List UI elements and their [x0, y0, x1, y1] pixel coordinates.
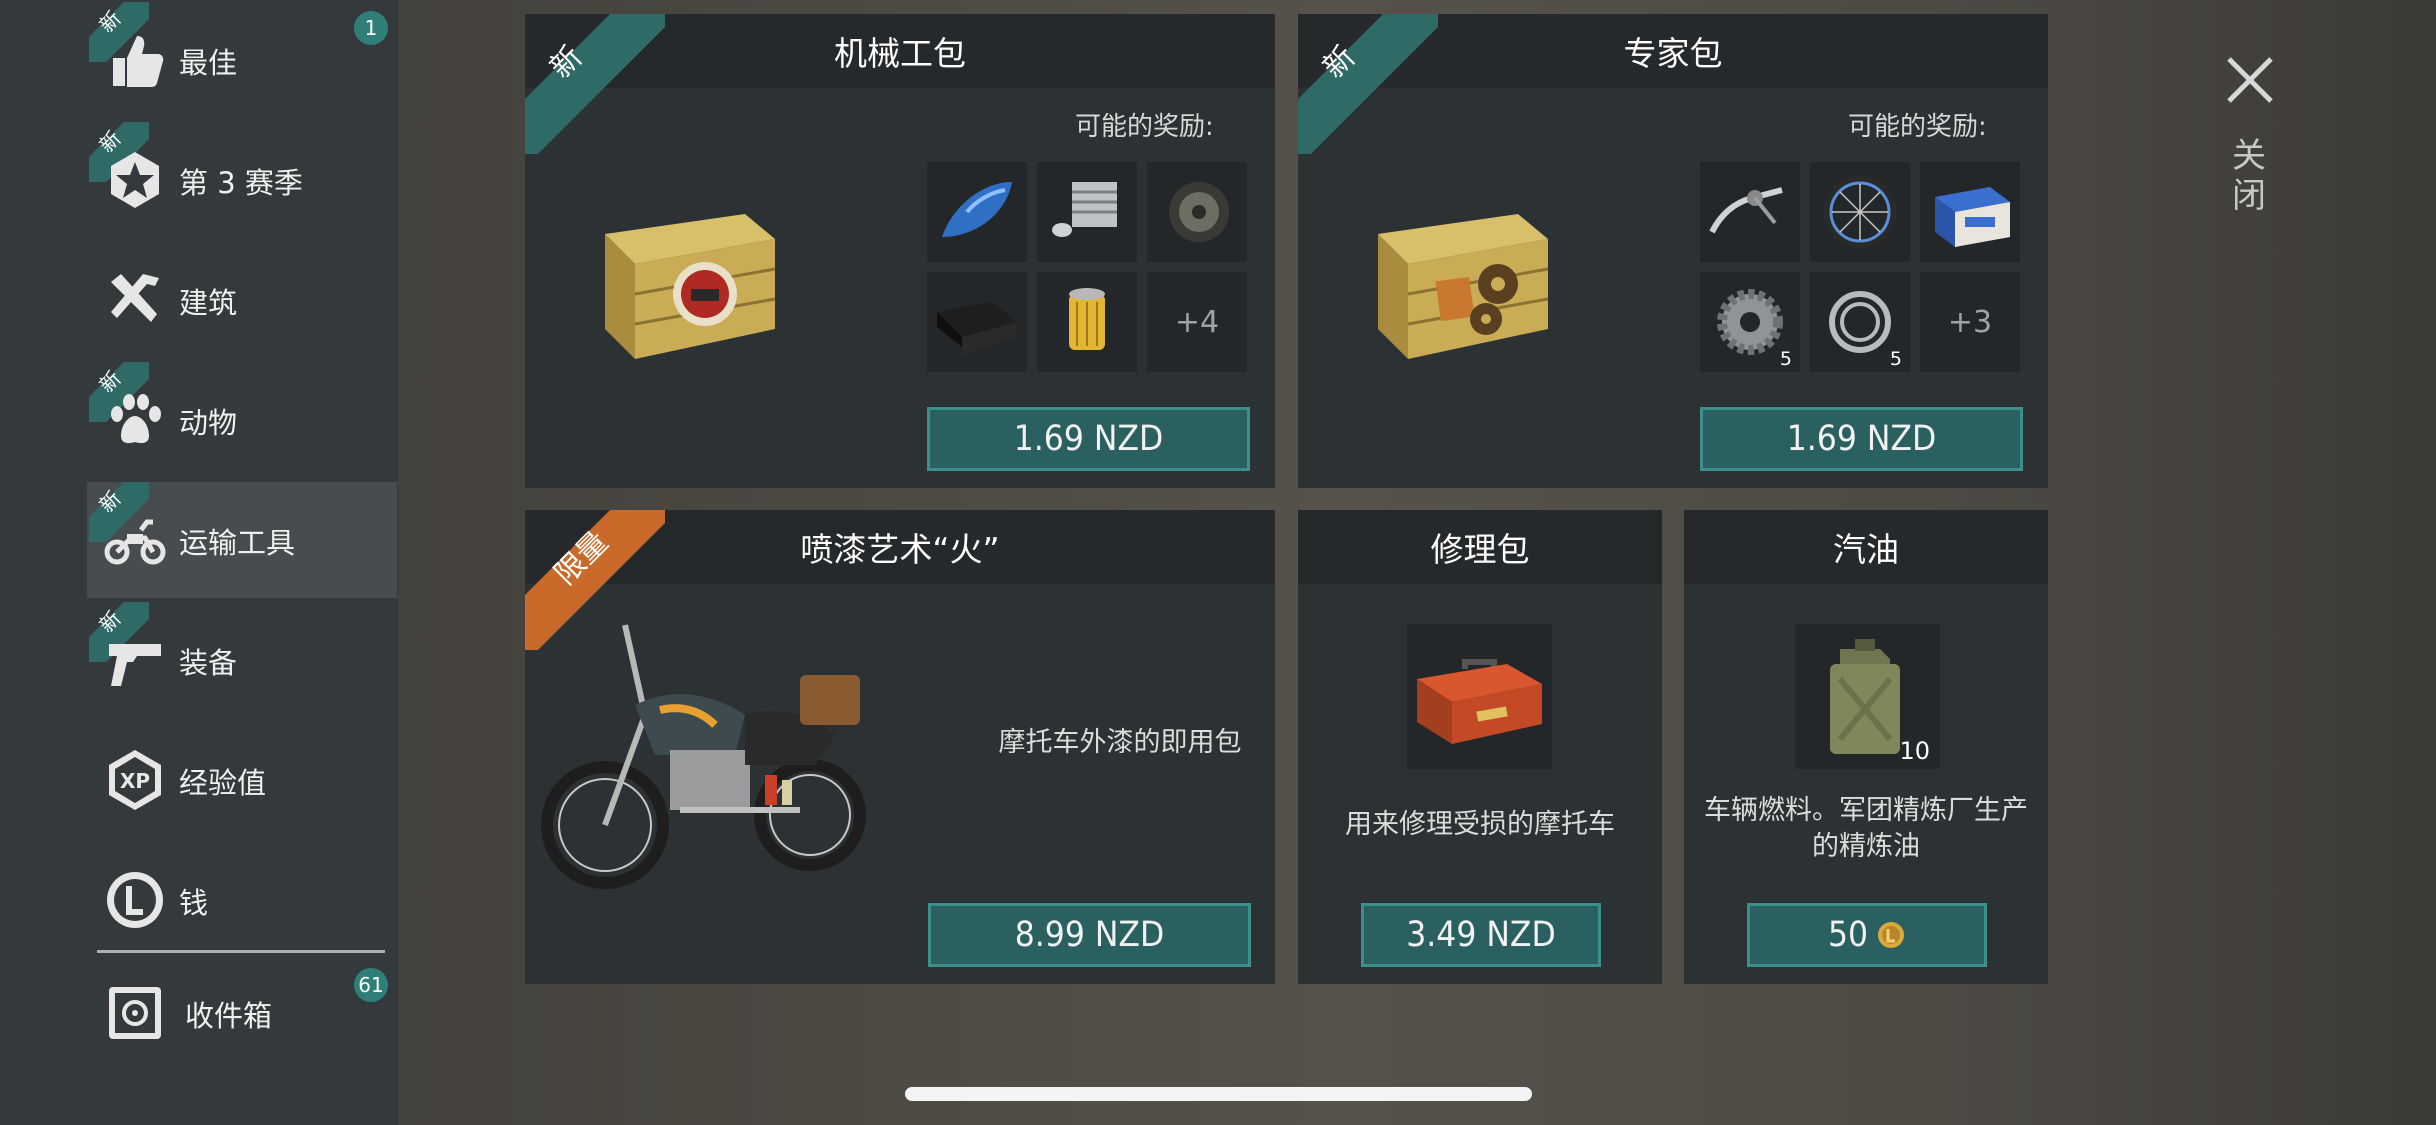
notification-badge: 1	[354, 11, 388, 45]
reward-slot-more: +4	[1147, 272, 1247, 372]
safe-icon	[109, 987, 161, 1039]
item-image-slot: 10	[1795, 624, 1940, 769]
motorcycle-icon	[104, 519, 166, 565]
sidebar-item-inbox[interactable]: 收件箱	[87, 955, 397, 1071]
reward-slot	[1147, 162, 1247, 262]
card-description: 摩托车外漆的即用包	[998, 727, 1242, 758]
pistol-icon	[109, 644, 161, 686]
buy-gasoline-button[interactable]: 50	[1747, 903, 1987, 967]
close-icon[interactable]	[2225, 55, 2275, 105]
sidebar-item-label: 钱	[179, 886, 209, 920]
coin-price: 50	[1827, 915, 1869, 955]
rewards-label: 可能的奖励:	[1075, 112, 1214, 142]
reward-slot: 5	[1700, 272, 1800, 372]
repair-kit-card[interactable]: 修理包 用来修理受损的摩托车 3.49 NZD	[1298, 510, 1662, 984]
item-image-slot	[1407, 624, 1552, 769]
sidebar-item-label: 动物	[179, 406, 238, 440]
sidebar-item-label: 装备	[179, 646, 238, 680]
new-ribbon: 新	[1298, 14, 1438, 154]
sidebar-item-label: 运输工具	[179, 526, 296, 560]
toolbox-icon	[1417, 659, 1542, 744]
sidebar-item-label: 第 3 赛季	[179, 166, 303, 200]
reward-slot	[1810, 162, 1910, 262]
reward-slot	[1700, 162, 1800, 262]
oil-filter-icon	[1069, 288, 1105, 350]
gold-coin-icon	[1878, 922, 1905, 948]
new-ribbon: 新	[525, 14, 665, 154]
sidebar-item-best[interactable]: 新 最佳	[87, 2, 397, 118]
sidebar-item-money[interactable]: 钱	[87, 842, 397, 958]
card-description: 用来修理受损的摩托车	[1345, 809, 1615, 840]
star-badge-icon	[111, 152, 159, 208]
thumbs-up-icon	[113, 36, 164, 87]
svg-text:XP: XP	[120, 769, 150, 793]
spoked-wheel-icon	[1823, 175, 1897, 249]
wheel-icon	[1169, 182, 1229, 242]
sidebar-item-label: 建筑	[179, 286, 238, 320]
leather-seat-icon	[937, 302, 1017, 357]
sidebar-item-equipment[interactable]: 新 装备	[87, 602, 397, 718]
sidebar-item-animals[interactable]: 新 动物	[87, 362, 397, 478]
gasoline-card[interactable]: 汽油 10 车辆燃料。军团精炼厂生产的精炼油 50	[1684, 510, 2048, 984]
home-indicator[interactable]	[905, 1087, 1532, 1101]
repair-parts-crate-image	[605, 214, 776, 359]
reward-slot	[1037, 162, 1137, 262]
buy-expert-pack-button[interactable]: 1.69 NZD	[1700, 407, 2023, 471]
card-title: 修理包	[1298, 510, 1662, 584]
buy-mechanic-pack-button[interactable]: 1.69 NZD	[927, 407, 1250, 471]
card-description: 车辆燃料。军团精炼厂生产的精炼油	[1704, 795, 2028, 862]
expert-crate-image	[1378, 214, 1549, 359]
fuel-tank-icon	[942, 182, 1012, 237]
sidebar: 新 最佳 1 新 第 3 赛季 建筑 新 动物 新 运输工具 新 装备 XP 经…	[0, 0, 398, 1125]
brake-lever-icon	[1709, 187, 1783, 234]
sidebar-divider	[97, 950, 385, 953]
rewards-label: 可能的奖励:	[1848, 112, 1987, 142]
close-button-label[interactable]: 关闭	[2232, 136, 2268, 216]
sidebar-item-xp[interactable]: XP 经验值	[87, 722, 397, 838]
battery-icon	[1935, 187, 2010, 247]
buy-paint-art-button[interactable]: 8.99 NZD	[928, 903, 1251, 967]
reward-slot: 5	[1810, 272, 1910, 372]
expert-pack-card[interactable]: 专家包 新 可能的奖励: 5 5 +3 1.69 NZD	[1298, 14, 2048, 488]
xp-icon: XP	[109, 750, 161, 810]
build-tools-icon	[111, 274, 159, 322]
sidebar-item-vehicles[interactable]: 新 运输工具	[87, 482, 397, 598]
sidebar-item-label: 最佳	[179, 46, 238, 80]
reward-slot-more: +3	[1920, 272, 2020, 372]
reward-slot	[1920, 162, 2020, 262]
coin-icon	[107, 872, 163, 928]
motorcycle-image	[541, 624, 866, 889]
buy-repair-kit-button[interactable]: 3.49 NZD	[1361, 903, 1601, 967]
mechanic-pack-card[interactable]: 机械工包 新 可能的奖励: +4 1.69 NZD	[525, 14, 1275, 488]
sidebar-item-season[interactable]: 新 第 3 赛季	[87, 122, 397, 238]
engine-cylinder-icon	[1052, 182, 1117, 237]
reward-slot	[927, 272, 1027, 372]
paw-icon	[111, 394, 161, 444]
card-title: 汽油	[1684, 510, 2048, 584]
paint-art-fire-card[interactable]: 喷漆艺术“火” 限量 摩托车外漆的即用包 8.99 NZD	[525, 510, 1275, 984]
sidebar-item-building[interactable]: 建筑	[87, 242, 397, 358]
sidebar-item-label: 经验值	[179, 766, 267, 800]
sidebar-item-label: 收件箱	[185, 999, 273, 1033]
reward-slot	[927, 162, 1027, 262]
reward-slot	[1037, 272, 1137, 372]
inbox-count-badge: 61	[354, 968, 388, 1002]
